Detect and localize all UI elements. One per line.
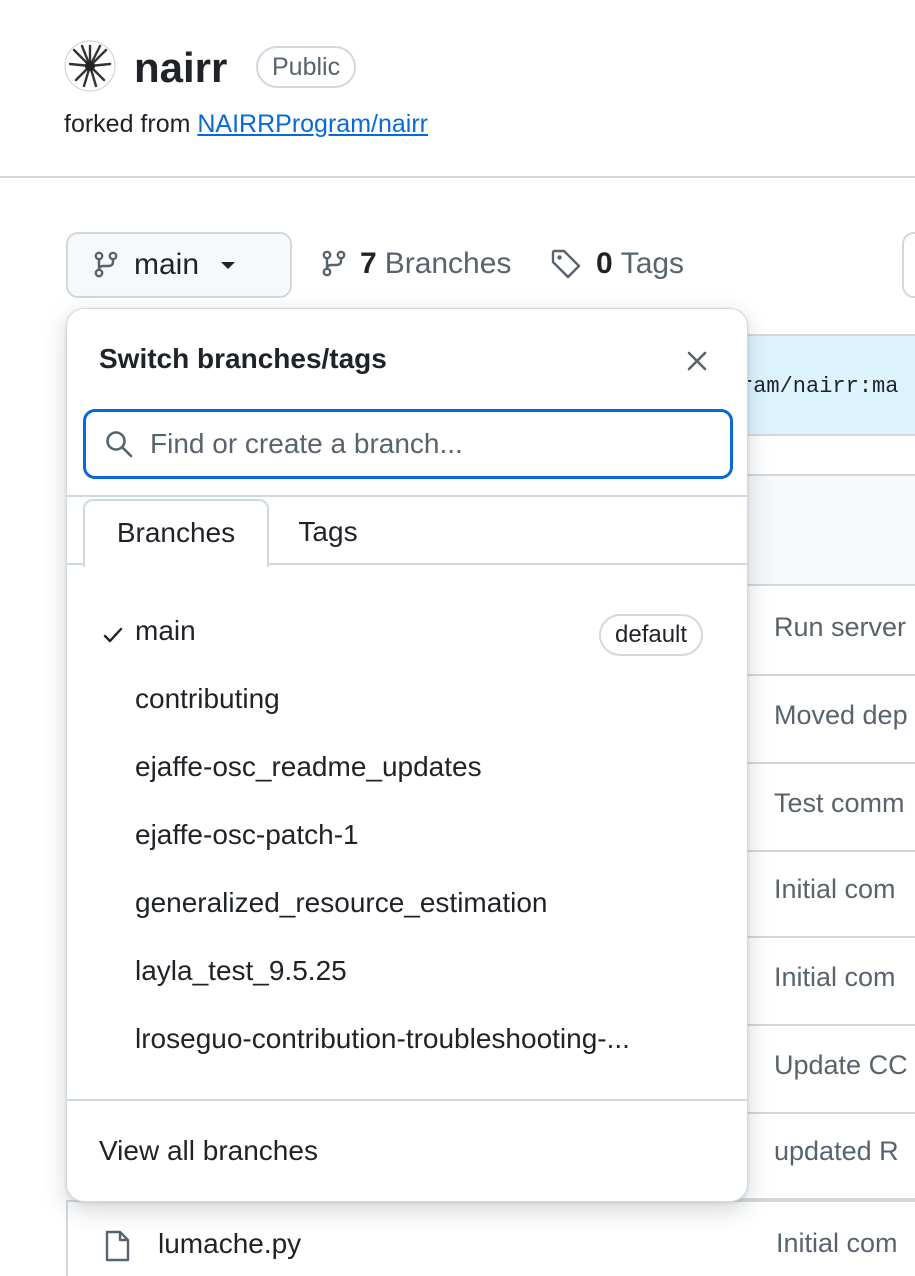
forked-from-label: forked from: [64, 110, 198, 138]
branch-name: layla_test_9.5.25: [135, 955, 347, 986]
tags-label: Tags: [620, 247, 685, 280]
commit-message[interactable]: Test comm: [774, 788, 905, 819]
table-row[interactable]: Moved dep: [740, 676, 915, 764]
owner-avatar[interactable]: [64, 40, 116, 92]
file-icon: [105, 1230, 130, 1262]
commit-message[interactable]: Initial com: [774, 874, 896, 905]
table-row[interactable]: Run server: [740, 588, 915, 676]
go-to-file-input[interactable]: [902, 232, 915, 298]
branch-name: lroseguo-contribution-troubleshooting-..…: [135, 1023, 630, 1054]
divider: [67, 1099, 747, 1101]
branches-label: Branches: [384, 247, 512, 280]
table-row[interactable]: Initial com: [740, 938, 915, 1026]
latest-commit-header: [740, 474, 915, 586]
branch-item[interactable]: contributing: [67, 669, 747, 737]
search-icon: [106, 431, 133, 458]
forked-from-line: forked from NAIRRProgram/nairr: [64, 108, 428, 140]
check-icon: [103, 627, 123, 643]
table-row[interactable]: lumache.py Initial com: [66, 1200, 915, 1276]
commit-message[interactable]: updated R: [774, 1136, 899, 1167]
branch-item[interactable]: ejaffe-osc_readme_updates: [67, 737, 747, 805]
commit-message[interactable]: Initial com: [776, 1228, 898, 1259]
file-name-link[interactable]: lumache.py: [158, 1228, 301, 1260]
branch-item[interactable]: generalized_resource_estimation: [67, 873, 747, 941]
commit-message[interactable]: Initial com: [774, 962, 896, 993]
table-row[interactable]: Test comm: [740, 764, 915, 852]
branch-item[interactable]: layla_test_9.5.25: [67, 941, 747, 1009]
commit-message[interactable]: Update CC: [774, 1050, 908, 1081]
branch-item[interactable]: ejaffe-osc-patch-1: [67, 805, 747, 873]
branch-tag-tabs: Branches Tags: [67, 497, 747, 567]
repo-header: nairr Public forked from NAIRRProgram/na…: [0, 0, 915, 178]
close-button[interactable]: [681, 345, 713, 377]
branches-count: 7: [360, 247, 377, 280]
visibility-badge: Public: [256, 46, 357, 88]
table-row[interactable]: Update CC: [740, 1026, 915, 1114]
forked-from-link[interactable]: NAIRRProgram/nairr: [197, 110, 428, 138]
tab-branches[interactable]: Branches: [83, 499, 269, 567]
tags-count: 0: [596, 247, 613, 280]
branch-name: ejaffe-osc_readme_updates: [135, 751, 482, 782]
branch-selector-button[interactable]: main: [66, 232, 292, 298]
chevron-down-icon: [221, 261, 236, 269]
dropdown-title: Switch branches/tags: [99, 343, 387, 374]
table-row[interactable]: Initial com: [740, 850, 915, 938]
branch-item[interactable]: lroseguo-contribution-troubleshooting-..…: [67, 1009, 747, 1077]
close-icon: [687, 351, 707, 371]
commit-message[interactable]: Moved dep: [774, 700, 908, 731]
branch-item-main[interactable]: main default: [67, 601, 747, 669]
tab-tags[interactable]: Tags: [283, 497, 373, 567]
branch-name: generalized_resource_estimation: [135, 887, 548, 918]
git-branch-icon: [322, 250, 346, 277]
commit-message[interactable]: Run server: [774, 612, 906, 643]
table-row[interactable]: updated R: [740, 1112, 915, 1200]
branch-name: ejaffe-osc-patch-1: [135, 819, 359, 850]
repo-name[interactable]: nairr: [134, 42, 227, 94]
branches-link[interactable]: 7 Branches: [322, 244, 511, 284]
fork-status-text: ram/nairr:ma: [740, 374, 899, 399]
tag-icon: [551, 249, 581, 279]
branch-name: contributing: [135, 683, 280, 714]
current-branch-label: main: [134, 248, 200, 281]
view-all-branches-link[interactable]: View all branches: [99, 1135, 318, 1167]
default-badge: default: [599, 614, 704, 656]
branch-search-field[interactable]: [83, 409, 733, 479]
git-branch-icon: [94, 251, 118, 278]
branch-search-input[interactable]: [150, 428, 710, 460]
fork-status-banner: ram/nairr:ma: [740, 334, 915, 436]
branch-switcher-dropdown: Switch branches/tags Branches Tags main …: [66, 308, 748, 1202]
tags-link[interactable]: 0 Tags: [550, 244, 684, 284]
